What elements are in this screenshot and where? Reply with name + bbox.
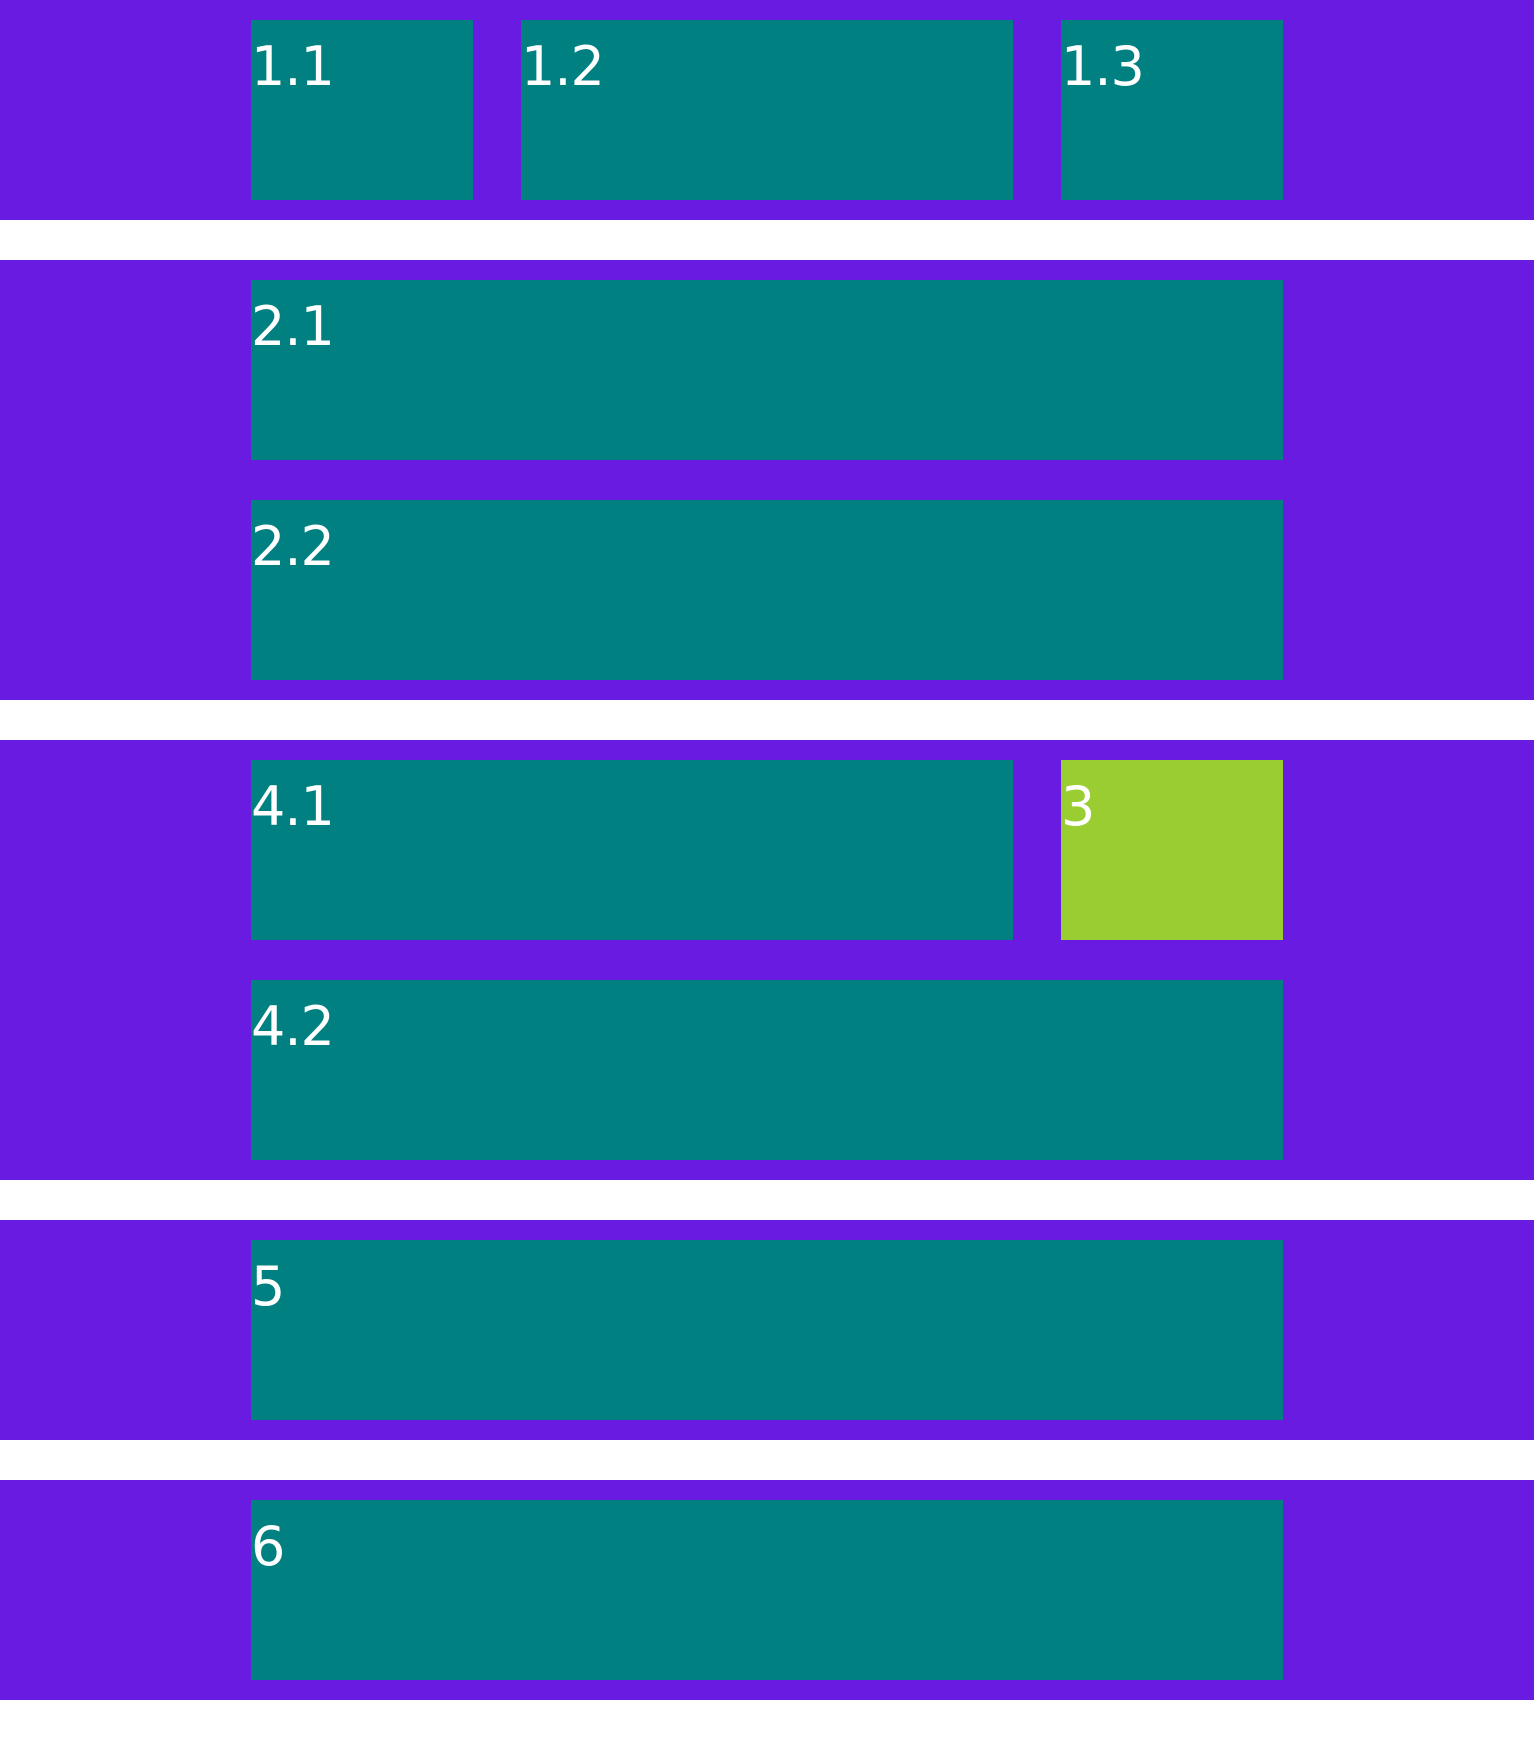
band-row-5: 5 xyxy=(0,1220,1534,1440)
box-label: 2.2 xyxy=(251,515,335,578)
box-1-3: 1.3 xyxy=(1061,20,1283,200)
box-label: 4.2 xyxy=(251,995,335,1058)
box-5: 5 xyxy=(251,1240,1283,1420)
box-1-2: 1.2 xyxy=(521,20,1013,200)
box-1-1: 1.1 xyxy=(251,20,473,200)
box-2-2: 2.2 xyxy=(251,500,1283,680)
box-label: 6 xyxy=(251,1515,285,1578)
box-label: 1.2 xyxy=(521,35,605,98)
box-label: 1.3 xyxy=(1061,35,1145,98)
band-row-4: 4.1 3 4.2 xyxy=(0,740,1534,1180)
box-2-1: 2.1 xyxy=(251,280,1283,460)
box-label: 4.1 xyxy=(251,775,335,838)
box-6: 6 xyxy=(251,1500,1283,1680)
box-3: 3 xyxy=(1061,760,1283,940)
band-row-6: 6 xyxy=(0,1480,1534,1700)
box-4-2: 4.2 xyxy=(251,980,1283,1160)
box-label: 1.1 xyxy=(251,35,335,98)
box-label: 2.1 xyxy=(251,295,335,358)
box-label: 5 xyxy=(251,1255,285,1318)
band-row-2: 2.1 2.2 xyxy=(0,260,1534,700)
box-label: 3 xyxy=(1061,775,1095,838)
box-4-1: 4.1 xyxy=(251,760,1013,940)
band-row-1: 1.1 1.2 1.3 xyxy=(0,0,1534,220)
